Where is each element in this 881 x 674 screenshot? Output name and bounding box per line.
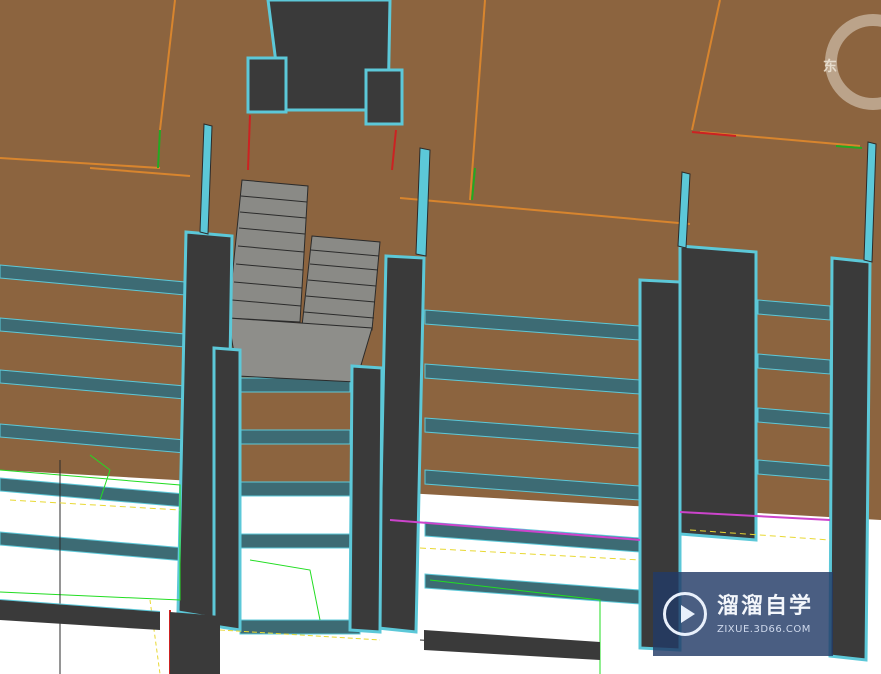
wall-stair-right	[376, 254, 426, 634]
wall-top-right-block	[364, 68, 404, 126]
3d-viewport[interactable]: 东 溜溜自学 ZIXUE.3D66.COM	[0, 0, 881, 674]
wall-far-right	[828, 256, 872, 662]
stair-landing	[227, 317, 373, 383]
watermark-brand: 溜溜自学	[717, 593, 814, 619]
wall-stair-left-front	[212, 346, 242, 632]
compass-direction-label[interactable]: 东	[823, 56, 837, 76]
wall-stair-right-front	[348, 364, 384, 634]
wall-mid-right-tall	[678, 244, 758, 542]
wall-top-left-block	[246, 56, 288, 114]
watermark: 溜溜自学 ZIXUE.3D66.COM	[653, 572, 833, 656]
play-logo-icon	[663, 592, 707, 636]
watermark-url: ZIXUE.3D66.COM	[717, 623, 811, 635]
